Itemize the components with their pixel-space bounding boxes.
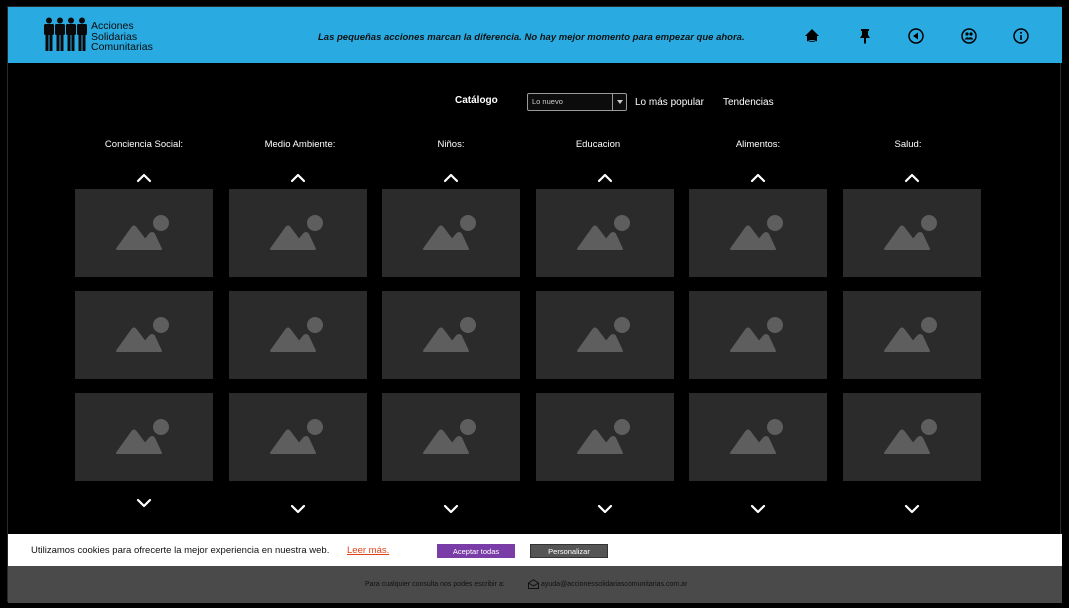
image-placeholder-icon <box>270 215 323 250</box>
image-tile[interactable] <box>75 189 213 277</box>
people-logo-icon <box>44 17 87 51</box>
image-placeholder-icon <box>116 317 169 352</box>
brand-name: Acciones Solidarias Comunitarias <box>91 21 153 53</box>
scroll-up-chevron-icon[interactable] <box>595 171 615 185</box>
chevron-down-icon[interactable] <box>612 94 626 110</box>
image-placeholder-icon <box>577 215 630 250</box>
scroll-up-chevron-icon[interactable] <box>748 171 768 185</box>
image-tile[interactable] <box>536 291 674 379</box>
sort-select-value: Lo nuevo <box>532 97 563 106</box>
pin-icon[interactable] <box>855 26 875 46</box>
image-placeholder-icon <box>730 317 783 352</box>
image-placeholder-icon <box>116 215 169 250</box>
image-placeholder-icon <box>884 215 937 250</box>
category-label: Educacion <box>575 139 621 150</box>
image-tile[interactable] <box>689 291 827 379</box>
trends-link[interactable]: Tendencias <box>723 97 774 108</box>
image-placeholder-icon <box>270 317 323 352</box>
image-placeholder-icon <box>730 419 783 454</box>
image-tile[interactable] <box>382 393 520 481</box>
image-placeholder-icon <box>423 215 476 250</box>
image-tile[interactable] <box>75 291 213 379</box>
app-frame: Acciones Solidarias Comunitarias Las peq… <box>7 6 1062 603</box>
tagline: Las pequeñas acciones marcan la diferenc… <box>318 32 745 43</box>
image-placeholder-icon <box>577 419 630 454</box>
footer-email-link[interactable]: ayuda@accionessolidariascomunitarias.com… <box>541 581 687 588</box>
catalog-label: Catálogo <box>455 95 498 106</box>
info-icon[interactable] <box>1011 26 1031 46</box>
cookie-read-more-link[interactable]: Leer más. <box>347 545 389 556</box>
image-tile[interactable] <box>689 393 827 481</box>
scroll-up-chevron-icon[interactable] <box>134 171 154 185</box>
category-label: Salud: <box>894 139 922 150</box>
image-placeholder-icon <box>884 419 937 454</box>
image-tile[interactable] <box>382 189 520 277</box>
popular-link[interactable]: Lo más popular <box>635 97 704 108</box>
back-icon[interactable] <box>906 26 926 46</box>
image-tile[interactable] <box>229 189 367 277</box>
brand-name-line: Comunitarias <box>91 41 153 53</box>
image-placeholder-icon <box>270 419 323 454</box>
image-tile[interactable] <box>536 189 674 277</box>
image-tile[interactable] <box>843 291 981 379</box>
scroll-down-chevron-icon[interactable] <box>441 502 461 516</box>
scroll-up-chevron-icon[interactable] <box>902 171 922 185</box>
scroll-up-chevron-icon[interactable] <box>288 171 308 185</box>
image-tile[interactable] <box>75 393 213 481</box>
category-label: Conciencia Social: <box>104 139 184 150</box>
category-label: Medio Ambiente: <box>264 139 336 150</box>
logo[interactable]: Acciones Solidarias Comunitarias <box>42 17 172 57</box>
image-placeholder-icon <box>884 317 937 352</box>
mail-icon <box>528 579 539 589</box>
image-tile[interactable] <box>229 393 367 481</box>
image-tile[interactable] <box>229 291 367 379</box>
image-placeholder-icon <box>423 419 476 454</box>
cookie-banner: Utilizamos cookies para ofrecerte la mej… <box>8 534 1062 566</box>
scroll-down-chevron-icon[interactable] <box>595 502 615 516</box>
header: Acciones Solidarias Comunitarias Las peq… <box>8 7 1062 63</box>
sort-select[interactable]: Lo nuevo <box>527 93 627 111</box>
image-placeholder-icon <box>116 419 169 454</box>
brand-name-line: Acciones <box>91 20 134 32</box>
scroll-down-chevron-icon[interactable] <box>134 496 154 510</box>
image-placeholder-icon <box>577 317 630 352</box>
community-icon[interactable] <box>959 26 979 46</box>
home-icon[interactable] <box>802 26 822 46</box>
image-tile[interactable] <box>536 393 674 481</box>
image-tile[interactable] <box>843 189 981 277</box>
image-tile[interactable] <box>843 393 981 481</box>
category-label: Niños: <box>437 139 465 150</box>
footer-contact-text: Para cualquier consulta nos podes escrib… <box>365 581 505 588</box>
scroll-up-chevron-icon[interactable] <box>441 171 461 185</box>
scroll-down-chevron-icon[interactable] <box>902 502 922 516</box>
cookie-text: Utilizamos cookies para ofrecerte la mej… <box>31 545 330 556</box>
scroll-down-chevron-icon[interactable] <box>288 502 308 516</box>
image-placeholder-icon <box>730 215 783 250</box>
footer: Para cualquier consulta nos podes escrib… <box>8 566 1062 603</box>
image-placeholder-icon <box>423 317 476 352</box>
image-tile[interactable] <box>689 189 827 277</box>
scroll-down-chevron-icon[interactable] <box>748 502 768 516</box>
customize-cookies-button[interactable]: Personalizar <box>530 544 608 558</box>
accept-cookies-button[interactable]: Aceptar todas <box>437 544 515 558</box>
image-tile[interactable] <box>382 291 520 379</box>
category-label: Alimentos: <box>735 139 781 150</box>
